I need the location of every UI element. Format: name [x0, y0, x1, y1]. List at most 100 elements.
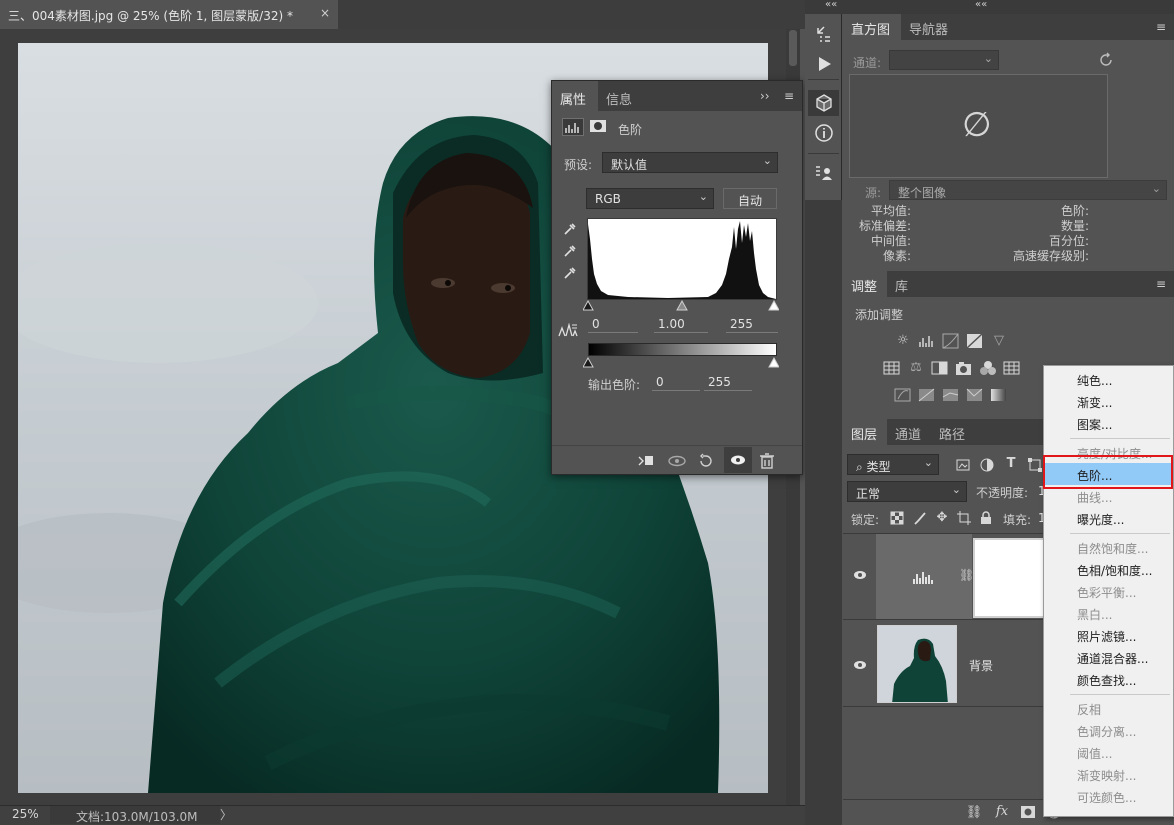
visibility-toggle-icon[interactable] [724, 447, 752, 473]
3d-cube-icon[interactable] [808, 90, 839, 116]
panel-collapse-bar[interactable]: «« «« [805, 0, 1174, 14]
posterize-icon[interactable] [918, 387, 936, 403]
menu-item-black-white[interactable]: 黑白... [1044, 602, 1173, 624]
input-gamma-value[interactable]: 1.00 [654, 317, 708, 333]
lock-all-icon[interactable] [977, 511, 995, 527]
fx-icon[interactable]: fx [993, 804, 1011, 820]
eye-icon[interactable] [853, 568, 867, 582]
reset-icon[interactable] [696, 453, 716, 469]
tab-libraries[interactable]: 库 [887, 271, 923, 297]
invert-icon[interactable] [894, 387, 912, 403]
delete-icon[interactable] [758, 452, 776, 470]
history-icon[interactable] [808, 22, 839, 48]
input-levels-slider[interactable] [582, 299, 780, 312]
expand-panel-icon[interactable]: ›› [760, 89, 770, 103]
channel-mixer-icon[interactable] [979, 360, 997, 376]
collapse-icon[interactable]: «« [975, 0, 987, 10]
menu-item-gradient-map[interactable]: 渐变映射... [1044, 763, 1173, 785]
tab-histogram[interactable]: 直方图 [843, 14, 901, 40]
hue-saturation-icon[interactable] [883, 360, 901, 376]
filter-type-icon[interactable]: T [1002, 456, 1020, 472]
filter-pixel-icon[interactable] [954, 457, 972, 473]
auto-button[interactable]: 自动 [723, 188, 777, 209]
channel-dropdown[interactable]: RGB ⌄ [586, 188, 714, 209]
menu-item-threshold[interactable]: 阈值... [1044, 741, 1173, 763]
layer-filter-dropdown[interactable]: ⌕ 类型 ⌄ [847, 454, 939, 475]
input-white-value[interactable]: 255 [726, 317, 778, 333]
lock-position-icon[interactable]: ✥ [933, 510, 951, 526]
layer-mask-icon[interactable] [588, 118, 610, 136]
layer-name-background[interactable]: 背景 [969, 657, 993, 674]
tab-channels[interactable]: 通道 [887, 419, 931, 445]
menu-item-exposure[interactable]: 曝光度... [1044, 507, 1173, 529]
preset-dropdown[interactable]: 默认值 ⌄ [602, 152, 778, 173]
levels-icon[interactable] [562, 118, 584, 136]
layer-mask-thumbnail[interactable] [973, 538, 1045, 618]
status-menu-arrow-icon[interactable]: 〉 [220, 806, 232, 823]
vibrance-icon[interactable]: ▽ [990, 333, 1008, 349]
histogram-channel-dropdown[interactable]: ⌄ [889, 50, 999, 70]
tab-navigator[interactable]: 导航器 [901, 14, 959, 40]
lock-artboard-icon[interactable] [955, 511, 973, 527]
menu-item-hue-saturation[interactable]: 色相/饱和度... [1044, 558, 1173, 580]
output-black-value[interactable]: 0 [652, 375, 700, 391]
layer-comps-icon[interactable] [808, 160, 839, 186]
input-black-value[interactable]: 0 [588, 317, 638, 333]
eye-icon[interactable] [853, 658, 867, 672]
filter-shape-icon[interactable] [1026, 457, 1044, 473]
document-tab[interactable]: 三、004素材图.jpg @ 25% (色阶 1, 图层蒙版/32) * × [0, 0, 338, 29]
zoom-field[interactable]: 25% [0, 807, 48, 824]
output-levels-slider[interactable] [582, 356, 780, 369]
output-white-value[interactable]: 255 [704, 375, 752, 391]
clip-to-layer-icon[interactable] [636, 453, 656, 469]
gradient-map-icon[interactable] [966, 387, 984, 403]
menu-item-pattern[interactable]: 图案... [1044, 412, 1173, 434]
lock-transparent-icon[interactable] [888, 511, 906, 527]
selective-color-icon[interactable] [990, 387, 1008, 403]
menu-item-solid-color[interactable]: 纯色... [1044, 368, 1173, 390]
scrollbar-thumb[interactable] [789, 30, 797, 66]
tab-info[interactable]: 信息 [598, 81, 644, 111]
color-balance-icon[interactable]: ⚖ [907, 360, 925, 376]
menu-item-color-balance[interactable]: 色彩平衡... [1044, 580, 1173, 602]
link-layers-icon[interactable]: ⛓ [965, 805, 983, 821]
menu-item-invert[interactable]: 反相 [1044, 697, 1173, 719]
tab-properties[interactable]: 属性 [552, 81, 598, 111]
curves-icon[interactable] [942, 333, 960, 349]
collapse-icon[interactable]: «« [825, 0, 837, 10]
close-icon[interactable]: × [320, 6, 330, 20]
calculate-levels-icon[interactable] [558, 322, 578, 337]
menu-item-color-lookup[interactable]: 颜色查找... [1044, 668, 1173, 690]
tab-adjustments[interactable]: 调整 [843, 271, 887, 297]
gray-point-eyedropper-icon[interactable] [562, 243, 578, 259]
menu-item-selective-color[interactable]: 可选颜色... [1044, 785, 1173, 807]
lock-image-icon[interactable] [911, 511, 929, 527]
black-point-eyedropper-icon[interactable] [562, 221, 578, 237]
photo-filter-icon[interactable] [955, 360, 973, 376]
add-mask-icon[interactable] [1019, 805, 1037, 821]
threshold-icon[interactable] [942, 387, 960, 403]
levels-icon[interactable] [918, 333, 936, 349]
refresh-icon[interactable] [1098, 52, 1114, 68]
filter-adjustment-icon[interactable] [978, 457, 996, 473]
panel-menu-icon[interactable]: ≡ [1156, 277, 1166, 291]
menu-item-channel-mixer[interactable]: 通道混合器... [1044, 646, 1173, 668]
view-previous-icon[interactable] [667, 453, 687, 469]
source-dropdown[interactable]: 整个图像 ⌄ [889, 180, 1167, 200]
menu-item-photo-filter[interactable]: 照片滤镜... [1044, 624, 1173, 646]
blend-mode-dropdown[interactable]: 正常 ⌄ [847, 481, 967, 502]
black-white-icon[interactable] [931, 360, 949, 376]
panel-menu-icon[interactable]: ≡ [1156, 20, 1166, 34]
menu-item-posterize[interactable]: 色调分离... [1044, 719, 1173, 741]
tab-layers[interactable]: 图层 [843, 419, 887, 445]
exposure-icon[interactable] [966, 333, 984, 349]
panel-menu-icon[interactable]: ≡ [784, 89, 794, 103]
tab-paths[interactable]: 路径 [931, 419, 975, 445]
color-lookup-icon[interactable] [1003, 360, 1021, 376]
brightness-contrast-icon[interactable]: ☼ [894, 333, 912, 349]
white-point-eyedropper-icon[interactable] [562, 265, 578, 281]
info-icon[interactable] [808, 120, 839, 146]
menu-item-vibrance[interactable]: 自然饱和度... [1044, 536, 1173, 558]
menu-item-gradient[interactable]: 渐变... [1044, 390, 1173, 412]
play-action-icon[interactable] [808, 51, 839, 77]
